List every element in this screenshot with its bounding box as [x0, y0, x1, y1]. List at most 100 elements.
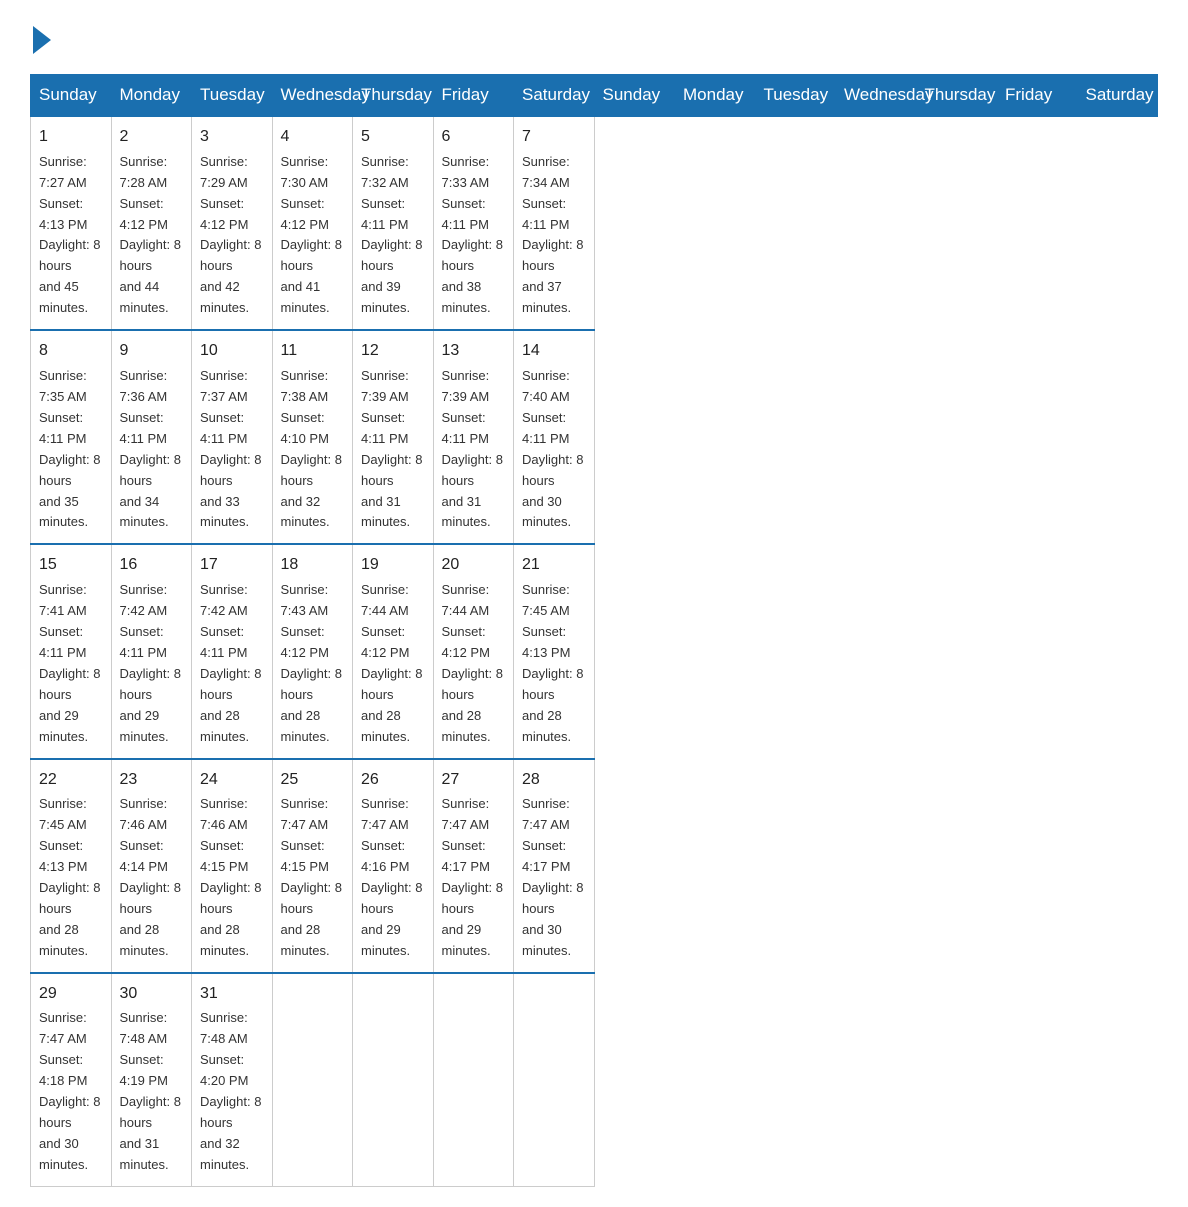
day-of-week-header: Friday	[433, 75, 514, 117]
day-of-week-header: Thursday	[916, 75, 997, 117]
day-info-text: Sunrise: 7:47 AM Sunset: 4:16 PM Dayligh…	[361, 796, 422, 957]
day-info-text: Sunrise: 7:43 AM Sunset: 4:12 PM Dayligh…	[281, 582, 342, 743]
calendar-day-cell: 5Sunrise: 7:32 AM Sunset: 4:11 PM Daylig…	[353, 116, 434, 330]
day-of-week-header: Sunday	[31, 75, 112, 117]
calendar-day-cell: 3Sunrise: 7:29 AM Sunset: 4:12 PM Daylig…	[192, 116, 273, 330]
day-number: 29	[39, 982, 103, 1007]
calendar-day-cell: 20Sunrise: 7:44 AM Sunset: 4:12 PM Dayli…	[433, 544, 514, 758]
calendar-day-cell	[433, 973, 514, 1187]
day-of-week-header: Sunday	[594, 75, 675, 117]
day-info-text: Sunrise: 7:40 AM Sunset: 4:11 PM Dayligh…	[522, 368, 583, 529]
day-of-week-header: Wednesday	[836, 75, 917, 117]
day-info-text: Sunrise: 7:42 AM Sunset: 4:11 PM Dayligh…	[120, 582, 181, 743]
day-info-text: Sunrise: 7:45 AM Sunset: 4:13 PM Dayligh…	[39, 796, 100, 957]
day-of-week-header: Tuesday	[755, 75, 836, 117]
day-info-text: Sunrise: 7:29 AM Sunset: 4:12 PM Dayligh…	[200, 154, 261, 315]
calendar-day-cell	[272, 973, 353, 1187]
calendar-day-cell: 12 Sunrise: 7:39 AM Sunset: 4:11 PM Dayli…	[353, 330, 434, 544]
calendar-day-cell: 21 Sunrise: 7:45 AM Sunset: 4:13 PM Dayli…	[514, 544, 595, 758]
day-number: 16	[120, 553, 184, 578]
calendar-week-row: 15 Sunrise: 7:41 AM Sunset: 4:11 PM Dayli…	[31, 544, 1158, 758]
calendar-day-cell	[514, 973, 595, 1187]
calendar-day-cell: 1 Sunrise: 7:27 AM Sunset: 4:13 PM Daylig…	[31, 116, 112, 330]
day-info-text: Sunrise: 7:39 AM Sunset: 4:11 PM Dayligh…	[442, 368, 503, 529]
calendar-table: SundayMondayTuesdayWednesdayThursdayFrid…	[30, 74, 1158, 1187]
calendar-day-cell: 6 Sunrise: 7:33 AM Sunset: 4:11 PM Daylig…	[433, 116, 514, 330]
day-number: 7	[522, 125, 586, 150]
calendar-day-cell: 27Sunrise: 7:47 AM Sunset: 4:17 PM Dayli…	[433, 759, 514, 973]
calendar-day-cell: 26 Sunrise: 7:47 AM Sunset: 4:16 PM Dayli…	[353, 759, 434, 973]
day-info-text: Sunrise: 7:45 AM Sunset: 4:13 PM Dayligh…	[522, 582, 583, 743]
day-info-text: Sunrise: 7:28 AM Sunset: 4:12 PM Dayligh…	[120, 154, 181, 315]
day-info-text: Sunrise: 7:36 AM Sunset: 4:11 PM Dayligh…	[120, 368, 181, 529]
day-of-week-header: Friday	[997, 75, 1078, 117]
day-info-text: Sunrise: 7:48 AM Sunset: 4:19 PM Dayligh…	[120, 1010, 181, 1171]
calendar-day-cell: 30 Sunrise: 7:48 AM Sunset: 4:19 PM Dayli…	[111, 973, 192, 1187]
day-number: 18	[281, 553, 345, 578]
day-number: 14	[522, 339, 586, 364]
day-number: 23	[120, 768, 184, 793]
logo-arrow-icon	[33, 26, 51, 54]
day-info-text: Sunrise: 7:38 AM Sunset: 4:10 PM Dayligh…	[281, 368, 342, 529]
day-number: 6	[442, 125, 506, 150]
logo	[30, 30, 51, 54]
day-number: 28	[522, 768, 586, 793]
calendar-day-cell: 29Sunrise: 7:47 AM Sunset: 4:18 PM Dayli…	[31, 973, 112, 1187]
day-number: 15	[39, 553, 103, 578]
day-info-text: Sunrise: 7:37 AM Sunset: 4:11 PM Dayligh…	[200, 368, 261, 529]
day-of-week-header: Saturday	[1077, 75, 1158, 117]
calendar-week-row: 1 Sunrise: 7:27 AM Sunset: 4:13 PM Daylig…	[31, 116, 1158, 330]
calendar-day-cell: 9 Sunrise: 7:36 AM Sunset: 4:11 PM Daylig…	[111, 330, 192, 544]
calendar-day-cell: 28 Sunrise: 7:47 AM Sunset: 4:17 PM Dayli…	[514, 759, 595, 973]
day-number: 4	[281, 125, 345, 150]
day-of-week-header: Monday	[675, 75, 756, 117]
day-info-text: Sunrise: 7:47 AM Sunset: 4:17 PM Dayligh…	[442, 796, 503, 957]
day-number: 31	[200, 982, 264, 1007]
day-info-text: Sunrise: 7:35 AM Sunset: 4:11 PM Dayligh…	[39, 368, 100, 529]
day-number: 12	[361, 339, 425, 364]
day-number: 5	[361, 125, 425, 150]
day-number: 1	[39, 125, 103, 150]
day-number: 17	[200, 553, 264, 578]
day-of-week-header: Wednesday	[272, 75, 353, 117]
calendar-day-cell: 4 Sunrise: 7:30 AM Sunset: 4:12 PM Daylig…	[272, 116, 353, 330]
day-number: 9	[120, 339, 184, 364]
day-info-text: Sunrise: 7:27 AM Sunset: 4:13 PM Dayligh…	[39, 154, 100, 315]
day-info-text: Sunrise: 7:46 AM Sunset: 4:14 PM Dayligh…	[120, 796, 181, 957]
calendar-header-row: SundayMondayTuesdayWednesdayThursdayFrid…	[31, 75, 1158, 117]
calendar-day-cell: 25Sunrise: 7:47 AM Sunset: 4:15 PM Dayli…	[272, 759, 353, 973]
day-number: 30	[120, 982, 184, 1007]
calendar-day-cell: 15 Sunrise: 7:41 AM Sunset: 4:11 PM Dayli…	[31, 544, 112, 758]
calendar-day-cell: 11 Sunrise: 7:38 AM Sunset: 4:10 PM Dayli…	[272, 330, 353, 544]
day-number: 8	[39, 339, 103, 364]
day-number: 11	[281, 339, 345, 364]
day-info-text: Sunrise: 7:39 AM Sunset: 4:11 PM Dayligh…	[361, 368, 422, 529]
day-number: 22	[39, 768, 103, 793]
day-number: 19	[361, 553, 425, 578]
calendar-day-cell: 2 Sunrise: 7:28 AM Sunset: 4:12 PM Daylig…	[111, 116, 192, 330]
day-info-text: Sunrise: 7:46 AM Sunset: 4:15 PM Dayligh…	[200, 796, 261, 957]
day-info-text: Sunrise: 7:33 AM Sunset: 4:11 PM Dayligh…	[442, 154, 503, 315]
calendar-week-row: 29Sunrise: 7:47 AM Sunset: 4:18 PM Dayli…	[31, 973, 1158, 1187]
calendar-day-cell	[353, 973, 434, 1187]
calendar-day-cell: 17Sunrise: 7:42 AM Sunset: 4:11 PM Dayli…	[192, 544, 273, 758]
day-number: 20	[442, 553, 506, 578]
day-info-text: Sunrise: 7:30 AM Sunset: 4:12 PM Dayligh…	[281, 154, 342, 315]
day-info-text: Sunrise: 7:44 AM Sunset: 4:12 PM Dayligh…	[361, 582, 422, 743]
day-info-text: Sunrise: 7:41 AM Sunset: 4:11 PM Dayligh…	[39, 582, 100, 743]
calendar-week-row: 8 Sunrise: 7:35 AM Sunset: 4:11 PM Daylig…	[31, 330, 1158, 544]
day-number: 2	[120, 125, 184, 150]
calendar-day-cell: 10Sunrise: 7:37 AM Sunset: 4:11 PM Dayli…	[192, 330, 273, 544]
calendar-day-cell: 16 Sunrise: 7:42 AM Sunset: 4:11 PM Dayli…	[111, 544, 192, 758]
calendar-day-cell: 14 Sunrise: 7:40 AM Sunset: 4:11 PM Dayli…	[514, 330, 595, 544]
day-number: 13	[442, 339, 506, 364]
calendar-day-cell: 22 Sunrise: 7:45 AM Sunset: 4:13 PM Dayli…	[31, 759, 112, 973]
day-of-week-header: Monday	[111, 75, 192, 117]
calendar-day-cell: 7 Sunrise: 7:34 AM Sunset: 4:11 PM Daylig…	[514, 116, 595, 330]
calendar-day-cell: 31Sunrise: 7:48 AM Sunset: 4:20 PM Dayli…	[192, 973, 273, 1187]
day-number: 21	[522, 553, 586, 578]
calendar-day-cell: 8 Sunrise: 7:35 AM Sunset: 4:11 PM Daylig…	[31, 330, 112, 544]
day-number: 26	[361, 768, 425, 793]
day-info-text: Sunrise: 7:34 AM Sunset: 4:11 PM Dayligh…	[522, 154, 583, 315]
day-info-text: Sunrise: 7:47 AM Sunset: 4:17 PM Dayligh…	[522, 796, 583, 957]
